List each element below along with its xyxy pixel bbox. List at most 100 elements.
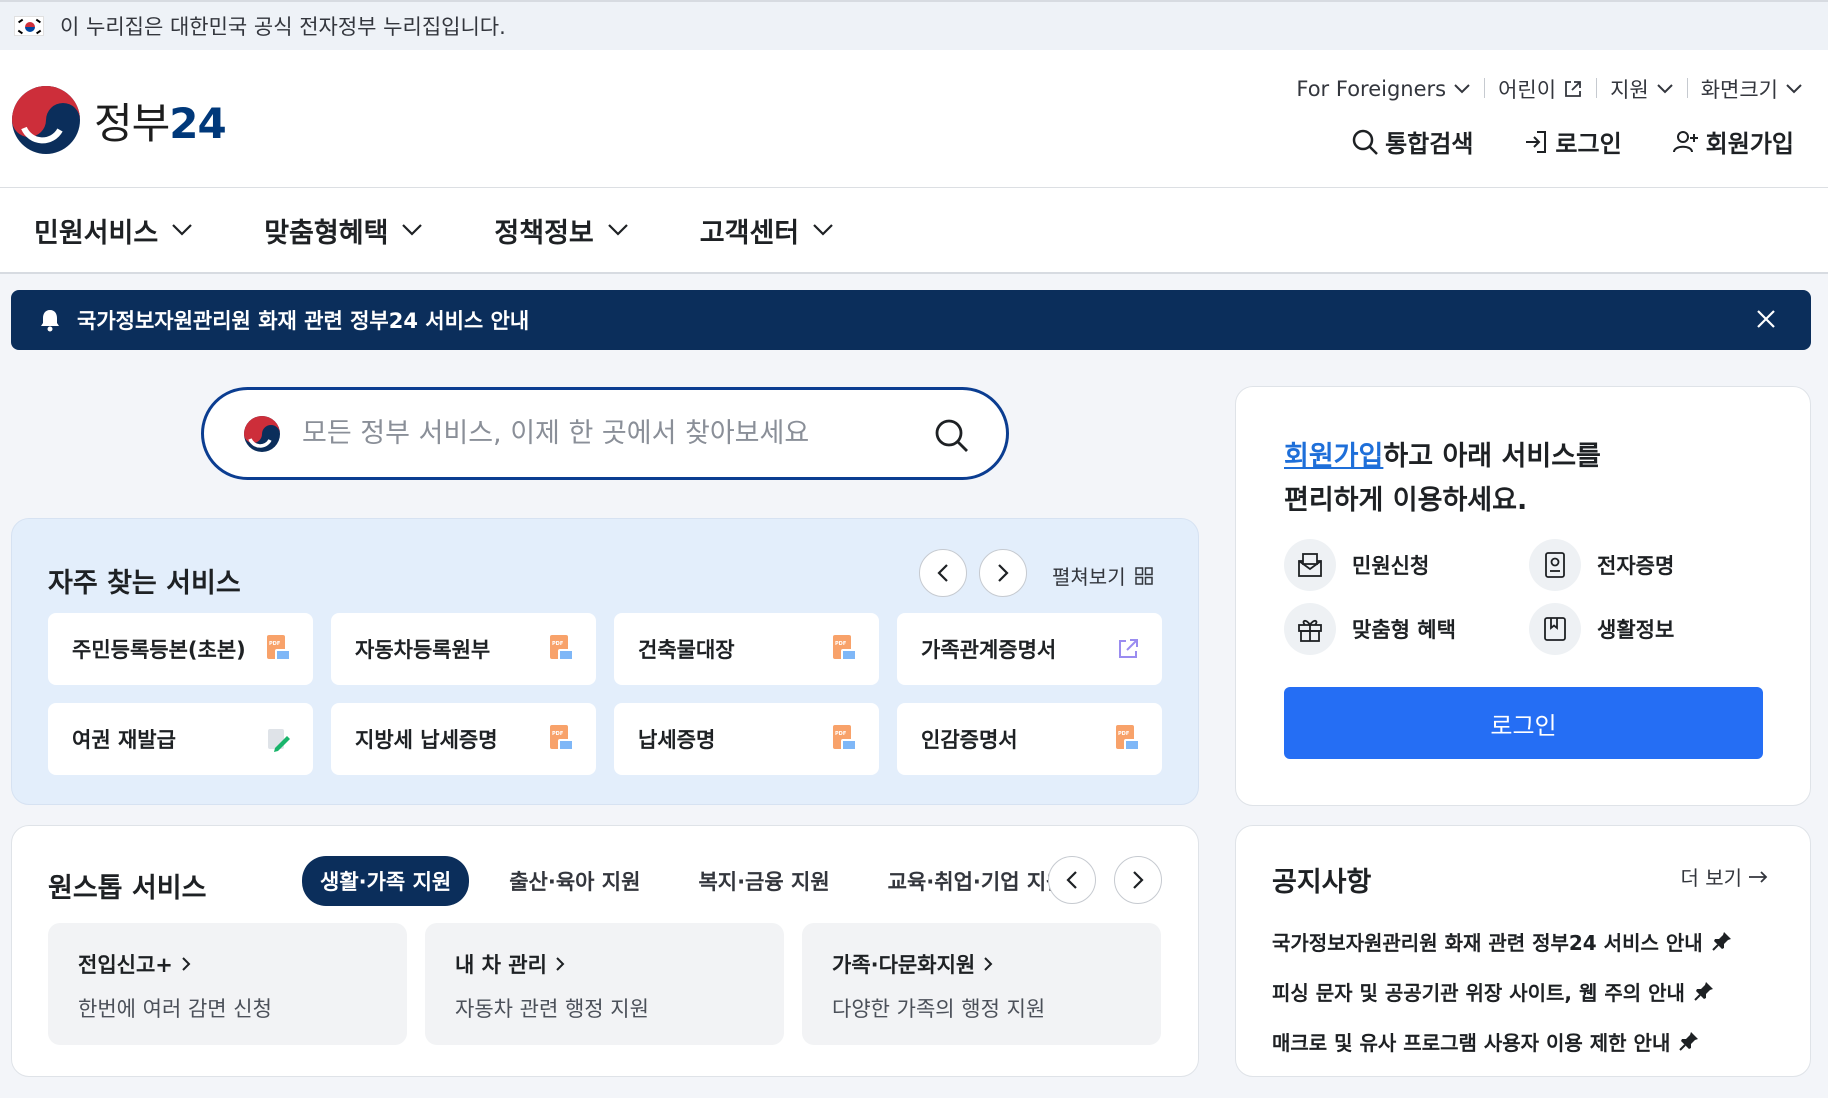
- utility-nav: For Foreigners 어린이 지원 화면크기: [1282, 74, 1816, 104]
- arrow-right-icon: [1749, 870, 1768, 883]
- login-icon: [1526, 130, 1547, 153]
- pdf-print-icon: [265, 635, 291, 663]
- taeguk-logo-icon: [244, 415, 280, 452]
- pin-icon: [1694, 982, 1713, 1001]
- next-button[interactable]: [979, 549, 1027, 597]
- chevron-right-icon: [984, 957, 993, 971]
- service-card-seal-certificate[interactable]: 인감증명서: [897, 703, 1162, 775]
- onestop-card-desc: 한번에 여러 감면 신청: [78, 997, 272, 1021]
- nav-customer-center[interactable]: 고객센터: [700, 211, 833, 250]
- pdf-print-icon: [831, 725, 857, 753]
- benefit-life-info: 생활정보: [1529, 603, 1774, 655]
- spread-view-button[interactable]: 펼쳐보기: [1052, 561, 1154, 590]
- chevron-right-icon: [998, 564, 1009, 582]
- alert-text: 국가정보자원관리원 화재 관련 정부24 서비스 안내: [77, 309, 530, 333]
- login-button[interactable]: 로그인: [1284, 687, 1763, 759]
- notice-alert-bar[interactable]: 국가정보자원관리원 화재 관련 정부24 서비스 안내: [11, 290, 1811, 350]
- chevron-left-icon: [937, 564, 948, 582]
- benefit-custom-benefits: 맞춤형 혜택: [1284, 603, 1529, 655]
- prev-button[interactable]: [919, 549, 967, 597]
- util-kids[interactable]: 어린이: [1484, 74, 1596, 104]
- nav-policy-info[interactable]: 정책정보: [494, 211, 628, 250]
- site-header: 정부24 For Foreigners 어린이 지원 화면크기 통합검색 로그인: [0, 50, 1828, 188]
- frequent-services-grid: 주민등록등본(초본) 자동차등록원부 건축물대장 가족관계증명서 여권 재발급 …: [48, 613, 1162, 775]
- id-card-icon: [1529, 539, 1581, 591]
- onestop-card-family-multicultural[interactable]: 가족·다문화지원 다양한 가족의 행정 지원: [802, 923, 1161, 1045]
- service-card-passport-reissue[interactable]: 여권 재발급: [48, 703, 313, 775]
- notice-item[interactable]: 피싱 문자 및 공공기관 위장 사이트, 웹 주의 안내: [1272, 966, 1733, 1016]
- notice-more-link[interactable]: 더 보기: [1680, 862, 1768, 891]
- frequent-services-panel: 자주 찾는 서비스 펼쳐보기 주민등록등본(초본) 자동차등록원부 건축물대장 …: [11, 518, 1199, 805]
- pdf-print-icon: [1114, 725, 1140, 753]
- add-user-icon: [1672, 130, 1698, 152]
- benefit-e-certificate: 전자증명: [1529, 539, 1774, 591]
- logo-text: 정부24: [94, 98, 227, 148]
- onestop-title: 원스톱 서비스: [48, 873, 207, 904]
- external-link-icon: [1565, 81, 1581, 97]
- service-card-building-ledger[interactable]: 건축물대장: [614, 613, 879, 685]
- onestop-card-desc: 다양한 가족의 행정 지원: [832, 997, 1046, 1021]
- onestop-services-panel: 원스톱 서비스 생활·가족 지원 출산·육아 지원 복지·금융 지원 교육·취업…: [11, 825, 1199, 1077]
- chevron-down-icon: [608, 224, 628, 236]
- next-button[interactable]: [1114, 856, 1162, 904]
- chevron-down-icon: [172, 224, 192, 236]
- util-support[interactable]: 지원: [1596, 74, 1687, 104]
- search-icon[interactable]: [934, 418, 970, 454]
- taeguk-logo-icon: [12, 86, 80, 154]
- chevron-left-icon: [1066, 871, 1077, 889]
- service-card-resident-registration[interactable]: 주민등록등본(초본): [48, 613, 313, 685]
- login-benefit-list: 민원신청 전자증명 맞춤형 혜택 생활정보: [1284, 539, 1774, 655]
- frequent-services-title: 자주 찾는 서비스: [48, 568, 241, 599]
- util-screen-size[interactable]: 화면크기: [1686, 74, 1816, 104]
- chevron-down-icon: [1786, 84, 1802, 94]
- header-actions: 통합검색 로그인 회원가입: [1351, 124, 1794, 159]
- chevron-down-icon: [1454, 84, 1470, 94]
- tab-welfare-finance[interactable]: 복지·금융 지원: [680, 856, 847, 906]
- main-search-box: [201, 387, 1009, 480]
- tab-birth-childcare[interactable]: 출산·육아 지원: [491, 856, 658, 906]
- official-site-banner: 이 누리집은 대한민국 공식 전자정부 누리집입니다.: [0, 0, 1828, 50]
- onestop-card-desc: 자동차 관련 행정 지원: [455, 997, 649, 1021]
- service-card-tax-certificate[interactable]: 납세증명: [614, 703, 879, 775]
- signup-link[interactable]: 회원가입: [1284, 441, 1383, 472]
- notice-item[interactable]: 국가정보자원관리원 화재 관련 정부24 서비스 안내: [1272, 916, 1733, 966]
- notice-list: 국가정보자원관리원 화재 관련 정부24 서비스 안내 피싱 문자 및 공공기관…: [1272, 916, 1733, 1066]
- pdf-print-icon: [548, 725, 574, 753]
- onestop-cards: 전입신고+ 한번에 여러 감면 신청 내 차 관리 자동차 관련 행정 지원 가…: [48, 923, 1161, 1045]
- chevron-down-icon: [402, 224, 423, 236]
- notice-panel: 공지사항 더 보기 국가정보자원관리원 화재 관련 정부24 서비스 안내 피싱…: [1235, 825, 1811, 1077]
- service-card-local-tax-certificate[interactable]: 지방세 납세증명: [331, 703, 596, 775]
- official-site-text: 이 누리집은 대한민국 공식 전자정부 누리집입니다.: [60, 15, 506, 39]
- bookmark-icon: [1529, 603, 1581, 655]
- tab-life-family[interactable]: 생활·가족 지원: [302, 856, 470, 906]
- notice-item[interactable]: 매크로 및 유사 프로그램 사용자 이용 제한 안내: [1272, 1016, 1733, 1066]
- onestop-card-title: 전입신고+: [78, 953, 173, 977]
- login-panel-heading: 회원가입하고 아래 서비스를 편리하게 이용하세요.: [1284, 441, 1601, 516]
- onestop-card-title: 가족·다문화지원: [832, 953, 976, 977]
- chevron-down-icon: [1657, 84, 1673, 94]
- header-signup-button[interactable]: 회원가입: [1672, 124, 1794, 159]
- chevron-right-icon: [556, 957, 565, 971]
- unified-search-button[interactable]: 통합검색: [1351, 124, 1473, 159]
- pin-icon: [1679, 1032, 1699, 1051]
- search-icon: [1352, 129, 1378, 155]
- chevron-down-icon: [813, 224, 833, 236]
- onestop-card-move-in[interactable]: 전입신고+ 한번에 여러 감면 신청: [48, 923, 407, 1045]
- service-card-vehicle-registration[interactable]: 자동차등록원부: [331, 613, 596, 685]
- util-for-foreigners[interactable]: For Foreigners: [1282, 77, 1484, 101]
- header-login-button[interactable]: 로그인: [1523, 124, 1622, 159]
- prev-button[interactable]: [1048, 856, 1096, 904]
- nav-civil-service[interactable]: 민원서비스: [34, 211, 192, 250]
- external-link-icon: [1119, 639, 1138, 658]
- close-icon[interactable]: [1755, 308, 1777, 330]
- nav-custom-benefits[interactable]: 맞춤형혜택: [264, 211, 423, 250]
- onestop-card-my-car[interactable]: 내 차 관리 자동차 관련 행정 지원: [425, 923, 784, 1045]
- chevron-right-icon: [1133, 871, 1144, 889]
- gov24-logo[interactable]: 정부24: [10, 84, 227, 156]
- search-input[interactable]: [302, 418, 902, 449]
- service-card-family-relation[interactable]: 가족관계증명서: [897, 613, 1162, 685]
- envelope-icon: [1284, 539, 1336, 591]
- gift-icon: [1284, 603, 1336, 655]
- onestop-tabs: 생활·가족 지원 출산·육아 지원 복지·금융 지원 교육·취업·기업 지원: [302, 856, 1083, 906]
- pin-icon: [1711, 932, 1731, 951]
